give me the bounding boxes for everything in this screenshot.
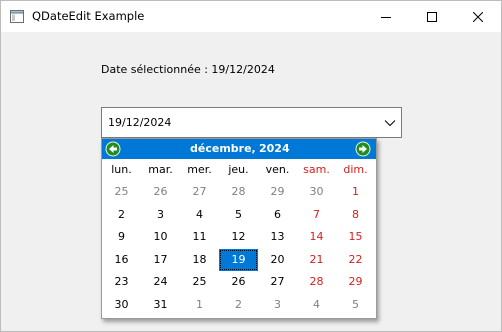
calendar-day[interactable]: 27 (180, 181, 219, 204)
calendar-day[interactable]: 29 (258, 181, 297, 204)
calendar-day[interactable]: 13 (258, 226, 297, 249)
date-edit-value[interactable]: 19/12/2024 (108, 116, 171, 129)
calendar-day[interactable]: 9 (102, 226, 141, 249)
calendar-day[interactable]: 29 (336, 271, 375, 294)
weekday-label: sam. (303, 163, 330, 176)
calendar-week-row: 25 26 27 28 29 30 1 (102, 181, 376, 204)
calendar-day[interactable]: 4 (180, 204, 219, 227)
app-window: QDateEdit Example Date sélectionnée : 19… (0, 0, 502, 332)
calendar-month-button[interactable]: décembre, (190, 142, 256, 155)
close-button[interactable] (455, 1, 501, 32)
arrow-right-icon[interactable] (355, 141, 371, 157)
window-app-icon (10, 10, 24, 23)
calendar-day[interactable]: 17 (141, 249, 180, 272)
calendar-day[interactable]: 1 (336, 181, 375, 204)
calendar-day[interactable]: 22 (336, 249, 375, 272)
calendar-day[interactable]: 21 (297, 249, 336, 272)
selected-date-label: Date sélectionnée : 19/12/2024 (101, 63, 275, 76)
calendar-day[interactable]: 2 (219, 294, 258, 317)
calendar-day[interactable]: 23 (102, 271, 141, 294)
calendar-day[interactable]: 18 (180, 249, 219, 272)
maximize-icon (427, 11, 437, 22)
calendar-day[interactable]: 1 (180, 294, 219, 317)
calendar-day[interactable]: 14 (297, 226, 336, 249)
calendar-day[interactable]: 15 (336, 226, 375, 249)
calendar-week-row: 2 3 4 5 6 7 8 (102, 204, 376, 227)
calendar-day[interactable]: 16 (102, 249, 141, 272)
calendar-day[interactable]: 3 (258, 294, 297, 317)
close-icon (473, 11, 483, 22)
calendar-day[interactable]: 10 (141, 226, 180, 249)
calendar-week-row: 30 31 1 2 3 4 5 (102, 294, 376, 317)
calendar-day[interactable]: 8 (336, 204, 375, 227)
calendar-day[interactable]: 2 (102, 204, 141, 227)
calendar-day-grid: 25 26 27 28 29 30 1 2 3 4 5 6 7 8 9 10 1… (102, 181, 376, 316)
calendar-day[interactable]: 12 (219, 226, 258, 249)
arrow-left-icon[interactable] (105, 141, 121, 157)
calendar-week-row: 9 10 11 12 13 14 15 (102, 226, 376, 249)
calendar-popup: décembre, 2024 lun. mar. mer. jeu. ven. … (101, 138, 377, 319)
calendar-day[interactable]: 7 (297, 204, 336, 227)
calendar-day[interactable]: 30 (297, 181, 336, 204)
calendar-navigation-bar: décembre, 2024 (102, 139, 376, 159)
weekday-label: lun. (111, 163, 132, 176)
calendar-day[interactable]: 20 (258, 249, 297, 272)
title-bar[interactable]: QDateEdit Example (1, 1, 501, 32)
calendar-day[interactable]: 26 (219, 271, 258, 294)
calendar-day[interactable]: 24 (141, 271, 180, 294)
calendar-day[interactable]: 25 (102, 181, 141, 204)
calendar-year-button[interactable]: 2024 (259, 142, 290, 155)
weekday-label: mer. (187, 163, 212, 176)
calendar-day[interactable]: 28 (297, 271, 336, 294)
calendar-day[interactable]: 6 (258, 204, 297, 227)
weekday-label: ven. (265, 163, 290, 176)
calendar-day[interactable]: 27 (258, 271, 297, 294)
calendar-day[interactable]: 3 (141, 204, 180, 227)
minimize-icon (381, 16, 391, 18)
calendar-week-row: 16 17 18 19 20 21 22 (102, 248, 376, 272)
minimize-button[interactable] (363, 1, 409, 32)
calendar-day[interactable]: 25 (180, 271, 219, 294)
calendar-day[interactable]: 11 (180, 226, 219, 249)
calendar-day[interactable]: 31 (141, 294, 180, 317)
window-title: QDateEdit Example (32, 9, 145, 23)
weekday-label: jeu. (228, 163, 249, 176)
calendar-day[interactable]: 28 (219, 181, 258, 204)
calendar-week-row: 23 24 25 26 27 28 29 (102, 271, 376, 294)
weekday-label: mar. (148, 163, 173, 176)
weekday-header: lun. mar. mer. jeu. ven. sam. dim. (102, 159, 376, 181)
calendar-day[interactable]: 26 (141, 181, 180, 204)
calendar-day[interactable]: 5 (336, 294, 375, 317)
calendar-day[interactable]: 5 (219, 204, 258, 227)
chevron-down-icon[interactable] (384, 117, 396, 129)
calendar-day[interactable]: 4 (297, 294, 336, 317)
date-edit-field[interactable]: 19/12/2024 (101, 107, 402, 138)
maximize-button[interactable] (409, 1, 455, 32)
calendar-day-selected[interactable]: 19 (219, 248, 258, 271)
weekday-label: dim. (343, 163, 368, 176)
calendar-day[interactable]: 30 (102, 294, 141, 317)
